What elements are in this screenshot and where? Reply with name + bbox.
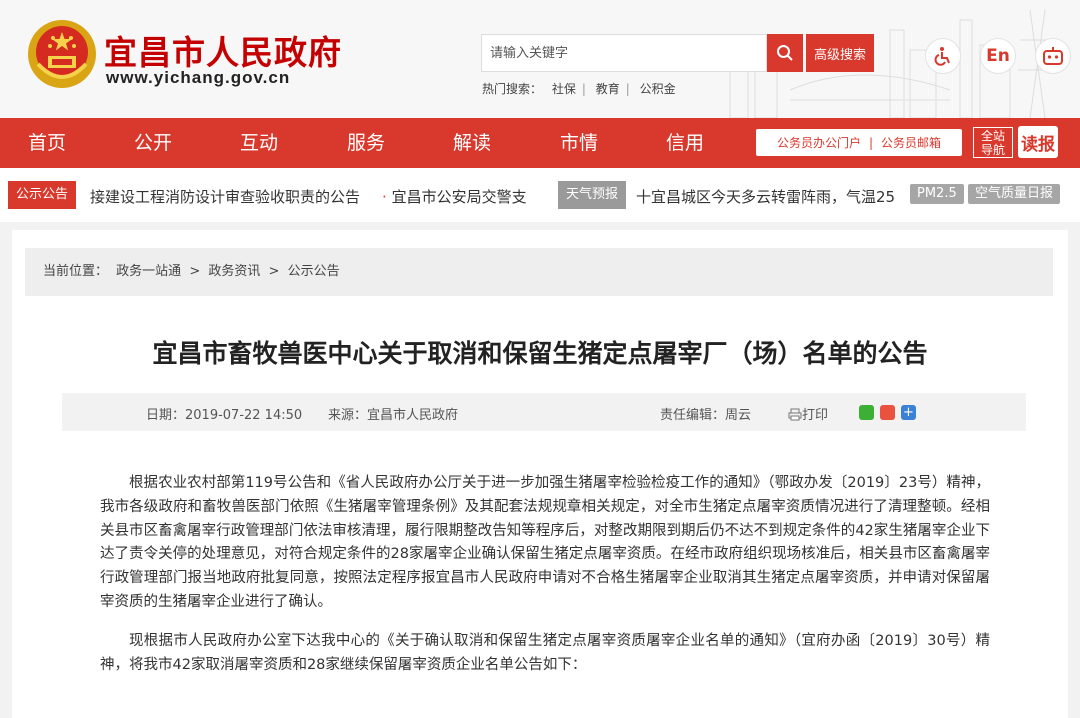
notice-ticker-text[interactable]: 接建设工程消防设计审查验收职责的公告 <box>90 188 360 206</box>
nav-open[interactable]: 公开 <box>134 118 172 168</box>
site-navigation-button[interactable]: 全站 导航 <box>973 127 1013 158</box>
staff-portal-link[interactable]: 公务员办公门户 <box>777 134 861 151</box>
english-version-button[interactable]: En <box>980 38 1016 74</box>
weather-tag[interactable]: 天气预报 <box>558 181 627 209</box>
article-container: 当前位置： 政务一站通 > 政务资讯 > 公示公告 宜昌市畜牧兽医中心关于取消和… <box>12 230 1068 718</box>
weibo-share-icon[interactable] <box>880 405 895 420</box>
air-quality-badge[interactable]: 空气质量日报 <box>968 184 1061 204</box>
site-navigation-line2: 导航 <box>980 143 1005 157</box>
article-meta: 日期：2019-07-22 14:50 来源：宜昌市人民政府 责任编辑：周云 打… <box>62 393 1026 431</box>
notice-ticker-item-2[interactable]: · 宜昌市公安局交警支 <box>382 186 527 207</box>
breadcrumb-item[interactable]: 政务一站通 <box>116 264 181 279</box>
search-box[interactable] <box>481 34 767 72</box>
article-editor: 责任编辑：周云 <box>660 408 752 423</box>
site-title[interactable]: 宜昌市人民政府 <box>104 26 342 74</box>
search-button[interactable] <box>767 34 803 72</box>
nav-interpret[interactable]: 解读 <box>453 118 491 168</box>
site-url: www.yichang.gov.cn <box>106 68 291 87</box>
robot-assistant-button[interactable] <box>1035 38 1071 74</box>
article-body: 根据农业农村部第119号公告和《省人民政府办公厅关于进一步加强生猪屠宰检验检疫工… <box>100 472 990 692</box>
article-date: 日期：2019-07-22 14:50 <box>146 408 303 423</box>
pm25-badge[interactable]: PM2.5 <box>910 184 964 204</box>
ticker-bar: 公示公告 接建设工程消防设计审查验收职责的公告 · 宜昌市公安局交警支 天气预报… <box>0 168 1080 222</box>
nav-city-info[interactable]: 市情 <box>560 118 598 168</box>
wechat-share-icon[interactable] <box>859 405 874 420</box>
article-title: 宜昌市畜牧兽医中心关于取消和保留生猪定点屠宰厂（场）名单的公告 <box>152 339 928 368</box>
accessibility-button[interactable] <box>925 38 961 74</box>
hot-search: 热门搜索： 社保 | 教育 | 公积金 <box>482 82 676 96</box>
nav-interact[interactable]: 互动 <box>240 118 278 168</box>
notice-ticker-text-2[interactable]: 宜昌市公安局交警支 <box>392 188 527 206</box>
staff-links: 公务员办公门户 | 公务员邮箱 <box>756 129 962 156</box>
printer-icon <box>788 408 802 421</box>
notice-tag[interactable]: 公示公告 <box>8 181 77 209</box>
search-icon <box>777 45 793 61</box>
breadcrumb-label: 当前位置： <box>43 264 109 279</box>
site-navigation-line1: 全站 <box>980 129 1005 143</box>
breadcrumb-separator: > <box>268 264 280 279</box>
breadcrumb-item[interactable]: 政务资讯 <box>208 264 260 279</box>
nav-credit[interactable]: 信用 <box>666 118 704 168</box>
search-input[interactable] <box>482 35 766 71</box>
print-button[interactable]: 打印 <box>788 404 828 423</box>
breadcrumb-separator: > <box>189 264 201 279</box>
site-header: 宜昌市人民政府 www.yichang.gov.cn 高级搜索 热门搜索： 社保… <box>0 0 1080 118</box>
print-label[interactable]: 打印 <box>802 408 828 423</box>
robot-icon <box>1043 47 1063 65</box>
notice-ticker-item[interactable]: 接建设工程消防设计审查验收职责的公告 <box>90 186 360 207</box>
nav-home[interactable]: 首页 <box>28 118 66 168</box>
wheelchair-icon <box>934 47 950 66</box>
nav-service[interactable]: 服务 <box>347 118 385 168</box>
article-paragraph: 现根据市人民政府办公室下达我中心的《关于确认取消和保留生猪定点屠宰资质屠宰企业名… <box>100 632 990 673</box>
article-source: 来源：宜昌市人民政府 <box>328 408 459 423</box>
article-paragraph: 根据农业农村部第119号公告和《省人民政府办公厅关于进一步加强生猪屠宰检验检疫工… <box>100 475 990 610</box>
hot-search-label: 热门搜索： <box>482 82 543 96</box>
read-newspaper-button[interactable]: 读报 <box>1018 126 1058 158</box>
hot-search-item[interactable]: 社保 <box>552 82 576 96</box>
weather-text: 十宜昌城区今天多云转雷阵雨，气温25 <box>636 188 896 206</box>
more-share-icon[interactable]: + <box>901 405 916 420</box>
breadcrumb-item[interactable]: 公示公告 <box>288 264 340 279</box>
national-emblem-logo <box>28 20 96 88</box>
breadcrumb: 当前位置： 政务一站通 > 政务资讯 > 公示公告 <box>25 248 1053 296</box>
hot-search-item[interactable]: 公积金 <box>640 82 676 96</box>
advanced-search-button[interactable]: 高级搜索 <box>806 34 874 72</box>
staff-mail-link[interactable]: 公务员邮箱 <box>881 134 941 151</box>
hot-search-item[interactable]: 教育 <box>596 82 620 96</box>
